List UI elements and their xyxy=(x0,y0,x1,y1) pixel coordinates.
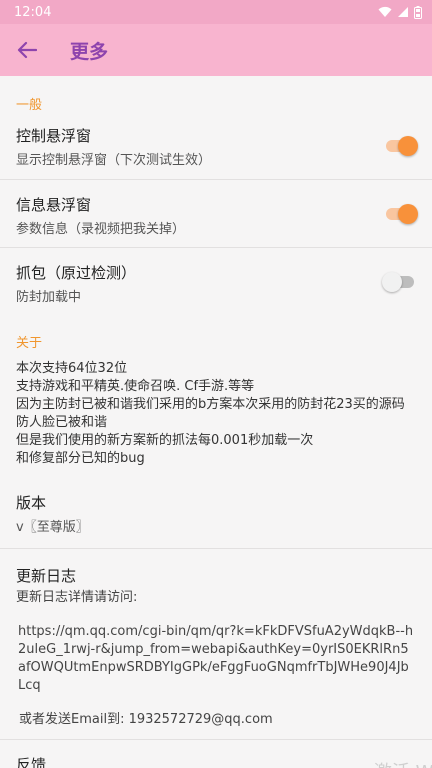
pref-subtitle: 显示控制悬浮窗（下次测试生效） xyxy=(16,153,212,168)
pref-title: 信息悬浮窗 xyxy=(16,196,92,214)
section-header-about: 关于 xyxy=(16,336,43,351)
toggle-switch[interactable] xyxy=(382,272,414,292)
page-title: 更多 xyxy=(70,40,109,63)
about-line: 防人脸已被和谐 xyxy=(16,415,108,430)
pref-subtitle: 参数信息（录视频把我关掉） xyxy=(16,222,186,237)
changelog-body: 更新日志详情请访问: https://qm.qq.com/cgi-bin/qm/… xyxy=(16,589,416,729)
about-line: 本次支持64位32位 xyxy=(16,361,128,376)
pref-info-float[interactable]: 信息悬浮窗 参数信息（录视频把我关掉） xyxy=(0,180,432,248)
pref-title: 抓包（原过检测） xyxy=(16,264,137,282)
activation-watermark: 激活 Wi xyxy=(374,758,432,768)
back-button[interactable] xyxy=(16,39,38,61)
version-value: v〖至尊版〗 xyxy=(16,520,89,535)
about-line: 但是我们使用的新方案新的抓法每0.001秒加载一次 xyxy=(16,433,314,448)
version-title: 版本 xyxy=(16,494,47,512)
pref-title: 控制悬浮窗 xyxy=(16,127,92,145)
pref-capture[interactable]: 抓包（原过检测） 防封加载中 xyxy=(0,248,432,316)
feedback-title: 反馈 xyxy=(16,756,47,768)
battery-icon xyxy=(414,5,422,19)
changelog-title: 更新日志 xyxy=(16,567,77,585)
switch-thumb xyxy=(398,203,418,224)
about-line: 支持游戏和平精英.使命召唤. Cf手游.等等 xyxy=(16,379,255,394)
status-time: 12:04 xyxy=(14,4,52,20)
feedback-row[interactable]: 反馈 激活 Wi xyxy=(0,740,432,768)
pref-control-float[interactable]: 控制悬浮窗 显示控制悬浮窗（下次测试生效） xyxy=(0,112,432,180)
version-row[interactable]: 版本 v〖至尊版〗 xyxy=(0,470,432,549)
section-header-general: 一般 xyxy=(16,98,43,113)
about-line: 和修复部分已知的bug xyxy=(16,451,145,466)
wifi-icon xyxy=(378,6,392,17)
changelog-url[interactable]: https://qm.qq.com/cgi-bin/qm/qr?k=kFkDFV… xyxy=(16,623,416,695)
arrow-back-icon xyxy=(17,41,37,59)
about-line: 因为主防封已被和谐我们采用的b方案本次采用的防封花23买的源码 xyxy=(16,397,405,412)
changelog-row[interactable]: 更新日志 更新日志详情请访问: https://qm.qq.com/cgi-bi… xyxy=(0,549,432,740)
changelog-intro: 更新日志详情请访问: xyxy=(16,590,138,605)
signal-icon xyxy=(398,7,408,17)
switch-thumb xyxy=(382,272,402,292)
toggle-switch[interactable] xyxy=(386,203,418,224)
pref-subtitle: 防封加载中 xyxy=(16,290,82,305)
status-icons xyxy=(378,5,422,19)
status-bar: 12:04 xyxy=(0,0,432,24)
toggle-switch[interactable] xyxy=(386,135,418,156)
changelog-email[interactable]: 或者发送Email到: 1932572729@qq.com xyxy=(16,711,416,729)
about-text: 本次支持64位32位 支持游戏和平精英.使命召唤. Cf手游.等等 因为主防封已… xyxy=(0,360,432,470)
app-bar: 更多 xyxy=(0,24,432,76)
switch-thumb xyxy=(398,135,418,156)
